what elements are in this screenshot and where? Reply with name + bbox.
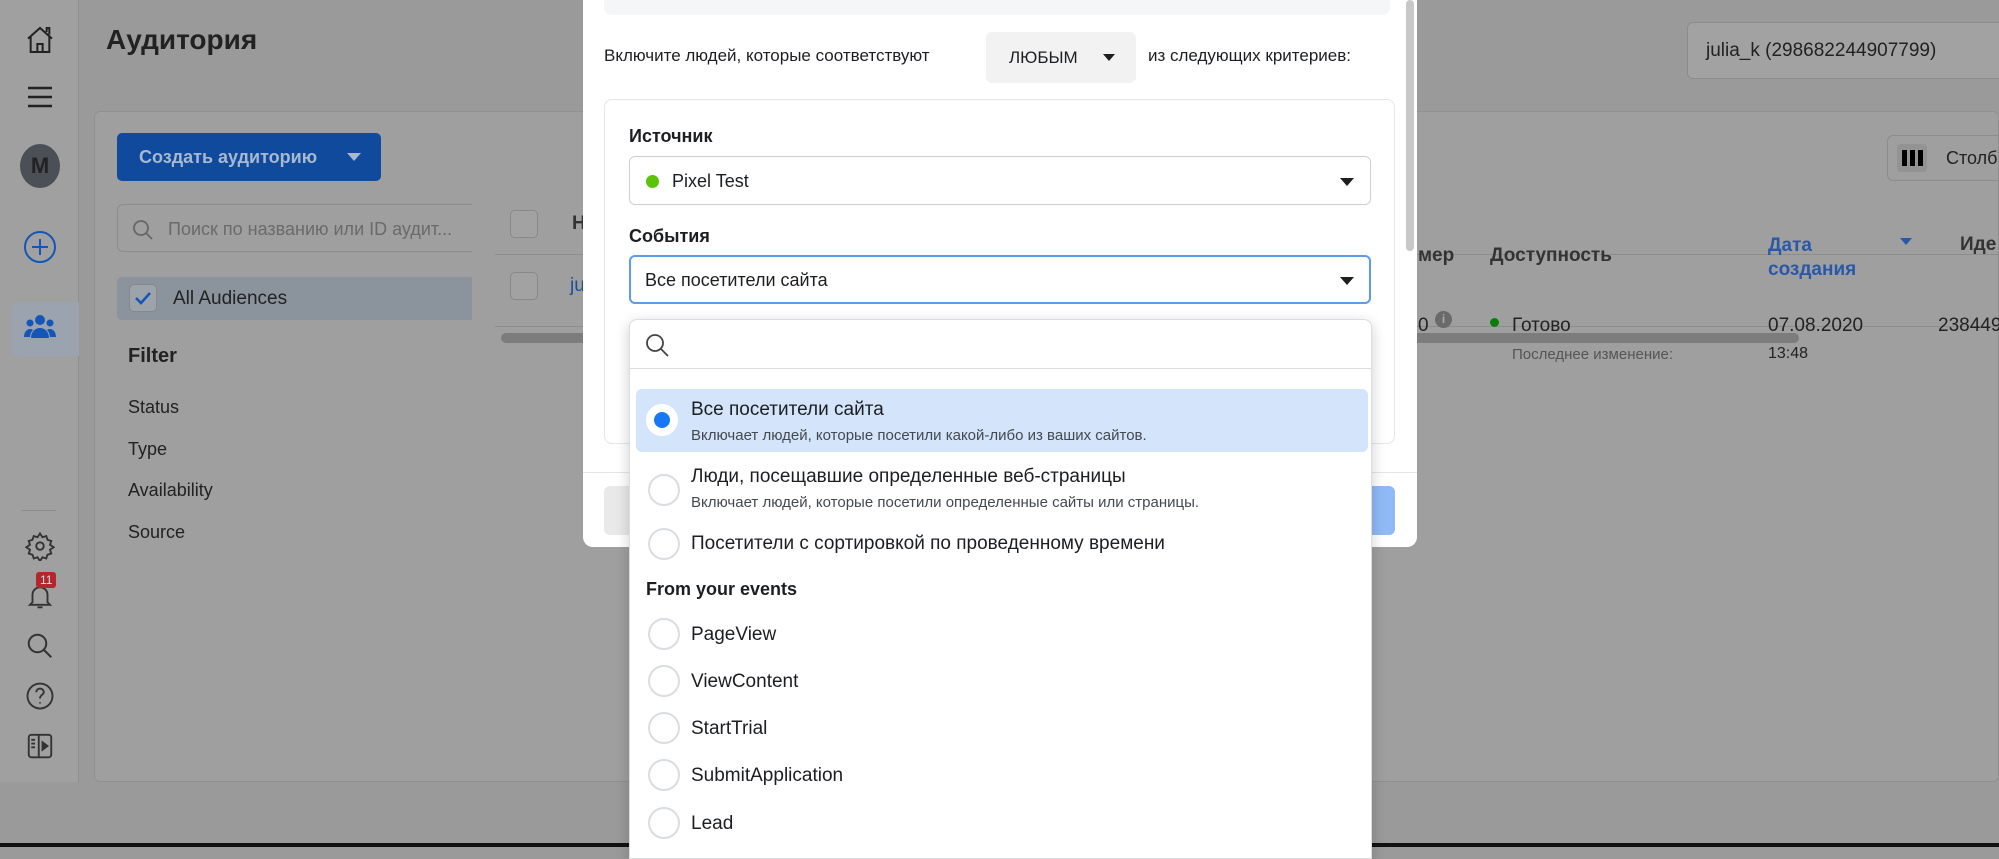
help-icon[interactable] xyxy=(20,676,60,716)
notification-badge: 11 xyxy=(36,572,57,588)
filter-source[interactable]: Source xyxy=(128,522,185,543)
radio[interactable] xyxy=(648,712,680,744)
avatar[interactable]: M xyxy=(20,144,60,188)
match-type-dropdown[interactable]: ЛЮБЫМ xyxy=(986,32,1136,83)
radio[interactable] xyxy=(648,474,680,506)
home-icon[interactable] xyxy=(20,20,60,60)
include-suffix: из следующих критериев: xyxy=(1148,46,1351,65)
radio[interactable] xyxy=(648,807,680,839)
search-icon[interactable] xyxy=(20,626,60,666)
menu-icon[interactable] xyxy=(20,77,60,117)
page-title: Аудитория xyxy=(106,24,258,55)
notifications-bell-icon[interactable]: 11 xyxy=(20,572,60,616)
sort-desc-icon[interactable] xyxy=(1900,238,1912,245)
search-icon xyxy=(133,220,153,240)
search-icon xyxy=(646,334,669,357)
status-dot-icon xyxy=(646,175,659,188)
radio-selected[interactable] xyxy=(646,404,678,436)
create-plus-icon[interactable] xyxy=(20,227,60,267)
row-date: 07.08.2020 xyxy=(1768,315,1864,336)
settings-gear-icon[interactable] xyxy=(20,526,60,566)
filter-status[interactable]: Status xyxy=(128,397,179,418)
select-all-checkbox[interactable] xyxy=(510,210,538,238)
row-time: 13:48 xyxy=(1768,345,1809,362)
chevron-down-icon xyxy=(1340,277,1354,285)
section-from-events: From your events xyxy=(646,579,798,599)
radio[interactable] xyxy=(648,528,680,560)
chevron-down-icon xyxy=(1340,178,1354,186)
create-audience-button[interactable]: Создать аудиторию xyxy=(117,133,381,181)
info-icon[interactable]: i xyxy=(1435,311,1452,328)
audience-search-input[interactable]: Поиск по названию или ID аудит... xyxy=(117,204,472,252)
account-selector[interactable]: julia_k (298682244907799) xyxy=(1687,22,1999,79)
col-date-created[interactable]: Дата создания xyxy=(1768,234,1856,282)
previous-section xyxy=(604,0,1390,15)
side-panel-icon[interactable] xyxy=(20,726,60,766)
radio[interactable] xyxy=(648,665,680,697)
option-all-visitors[interactable]: Все посетители сайта Включает людей, кот… xyxy=(636,389,1368,452)
include-text: Включите людей, которые соответствуют xyxy=(604,46,930,65)
event-viewcontent[interactable]: ViewContent xyxy=(630,662,1371,702)
row-last-modified: Последнее изменение: xyxy=(1512,346,1673,363)
filter-title: Filter xyxy=(128,345,177,367)
all-audiences-checkbox[interactable] xyxy=(129,284,157,312)
modal-scrollbar[interactable] xyxy=(1406,0,1414,251)
divider xyxy=(22,510,56,511)
events-dropdown-menu: Все посетители сайта Включает людей, кот… xyxy=(629,319,1372,859)
col-availability[interactable]: Доступность xyxy=(1490,245,1612,267)
source-select[interactable]: Pixel Test xyxy=(629,156,1371,205)
col-size[interactable]: мер xyxy=(1418,245,1454,267)
filter-type[interactable]: Type xyxy=(128,439,167,460)
radio[interactable] xyxy=(648,759,680,791)
nav-rail: M 11 xyxy=(0,0,79,782)
filter-all-audiences[interactable]: All Audiences xyxy=(117,277,472,320)
events-label: События xyxy=(629,226,710,246)
dropdown-search-input[interactable] xyxy=(630,320,1371,369)
chevron-down-icon xyxy=(347,153,361,161)
sidebar-item-audiences[interactable] xyxy=(12,302,79,356)
chevron-down-icon xyxy=(1103,54,1115,61)
row-size: 0 xyxy=(1418,315,1429,336)
filter-availability[interactable]: Availability xyxy=(128,480,213,501)
source-label: Источник xyxy=(629,126,713,146)
option-time-spent[interactable]: Посетители с сортировкой по проведенному… xyxy=(630,524,1371,566)
status-dot-icon xyxy=(1490,318,1499,327)
row-checkbox[interactable] xyxy=(510,272,538,300)
row-id: 238449 xyxy=(1938,315,1999,336)
events-select[interactable]: Все посетители сайта xyxy=(629,255,1371,304)
radio[interactable] xyxy=(648,618,680,650)
event-lead[interactable]: Lead xyxy=(630,804,1371,844)
account-name: julia_k (298682244907799) xyxy=(1706,40,1937,61)
event-submitapplication[interactable]: SubmitApplication xyxy=(630,756,1371,796)
event-starttrial[interactable]: StartTrial xyxy=(630,709,1371,749)
option-specific-pages[interactable]: Люди, посещавшие определенные веб-страни… xyxy=(630,458,1371,520)
row-status: Готово xyxy=(1512,315,1571,336)
columns-icon xyxy=(1897,144,1927,172)
columns-button[interactable]: Столб xyxy=(1887,135,1999,181)
audience-people-icon xyxy=(22,312,58,347)
event-pageview[interactable]: PageView xyxy=(630,615,1371,655)
col-id[interactable]: Иде xyxy=(1960,234,1996,256)
